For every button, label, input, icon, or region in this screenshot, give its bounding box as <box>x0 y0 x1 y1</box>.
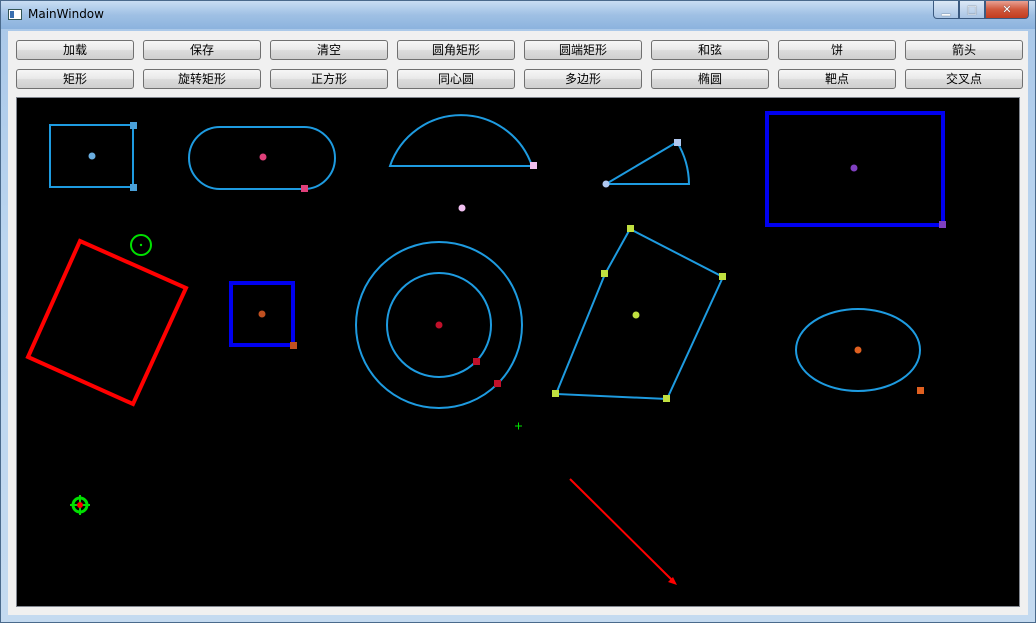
pie-button[interactable]: 饼 <box>778 40 896 60</box>
rotated-rectangle-shape[interactable] <box>25 238 189 407</box>
rectangle-shape[interactable] <box>49 122 137 191</box>
cross-point-button[interactable]: 交叉点 <box>905 69 1023 89</box>
save-button[interactable]: 保存 <box>143 40 261 60</box>
rotated-rect-button[interactable]: 旋转矩形 <box>143 69 261 89</box>
close-icon: ✕ <box>1002 3 1012 16</box>
round-end-rect-shape[interactable] <box>188 126 336 192</box>
maximize-icon: □ <box>966 3 978 16</box>
main-window: MainWindow ▁ □ ✕ 加载 保存 清空 圆角矩形 圆端矩形 和弦 饼… <box>0 0 1036 623</box>
drawing-canvas[interactable] <box>16 97 1020 607</box>
target-point-button[interactable]: 靶点 <box>778 69 896 89</box>
concentric-circle-button[interactable]: 同心圆 <box>397 69 515 89</box>
cross-point-marker[interactable] <box>515 422 522 430</box>
chord-shape[interactable] <box>388 114 537 212</box>
title-bar[interactable]: MainWindow ▁ □ ✕ <box>1 1 1035 29</box>
blue-rectangle-shape[interactable] <box>765 111 946 228</box>
rounded-rect-button[interactable]: 圆角矩形 <box>397 40 515 60</box>
minimize-icon: ▁ <box>941 3 951 16</box>
arrow-shape[interactable] <box>569 478 677 585</box>
maximize-button[interactable]: □ <box>959 1 985 19</box>
toolbar-row-1: 加载 保存 清空 圆角矩形 圆端矩形 和弦 饼 箭头 <box>16 40 1023 60</box>
window-title: MainWindow <box>28 7 104 21</box>
minimize-button[interactable]: ▁ <box>933 1 959 19</box>
app-icon <box>8 9 22 20</box>
polygon-button[interactable]: 多边形 <box>524 69 642 89</box>
pie-shape[interactable] <box>602 139 691 188</box>
round-end-rect-button[interactable]: 圆端矩形 <box>524 40 642 60</box>
caption-buttons: ▁ □ ✕ <box>933 1 1029 21</box>
toolbar-row-2: 矩形 旋转矩形 正方形 同心圆 多边形 椭圆 靶点 交叉点 <box>16 69 1023 89</box>
rectangle-button[interactable]: 矩形 <box>16 69 134 89</box>
green-circle-marker[interactable] <box>130 234 152 256</box>
client-area: 加载 保存 清空 圆角矩形 圆端矩形 和弦 饼 箭头 矩形 旋转矩形 正方形 同… <box>8 31 1028 615</box>
square-shape[interactable] <box>229 281 297 349</box>
polygon-shape[interactable] <box>552 225 726 402</box>
load-button[interactable]: 加载 <box>16 40 134 60</box>
ellipse-shape[interactable] <box>795 308 924 394</box>
clear-button[interactable]: 清空 <box>270 40 388 60</box>
close-button[interactable]: ✕ <box>985 1 1029 19</box>
ellipse-button[interactable]: 椭圆 <box>651 69 769 89</box>
square-button[interactable]: 正方形 <box>270 69 388 89</box>
target-point-marker[interactable] <box>70 495 90 515</box>
chord-button[interactable]: 和弦 <box>651 40 769 60</box>
concentric-circle-shape[interactable] <box>355 241 523 409</box>
arrow-button[interactable]: 箭头 <box>905 40 1023 60</box>
